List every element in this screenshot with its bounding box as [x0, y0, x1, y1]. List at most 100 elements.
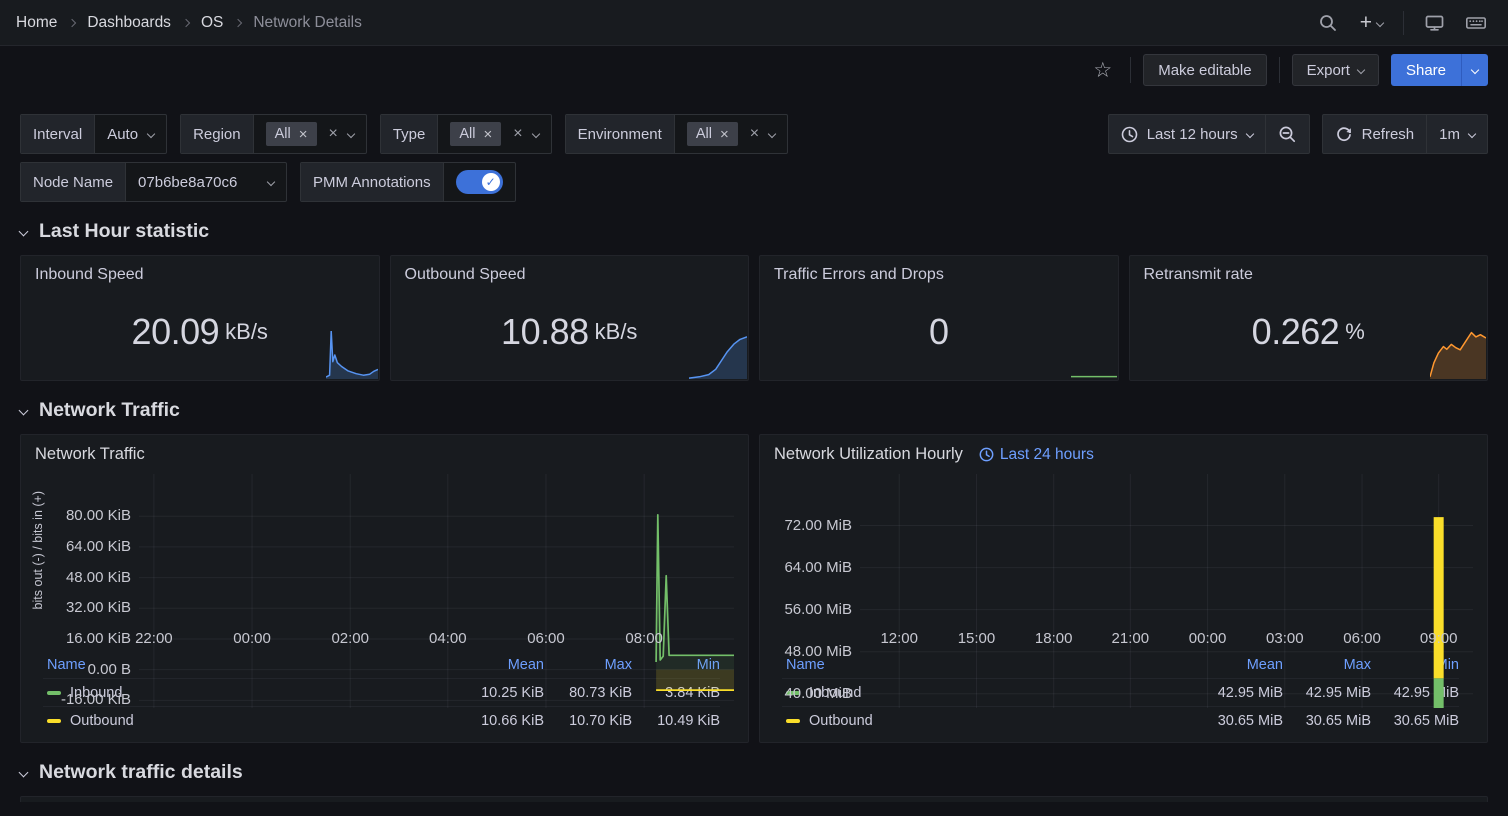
panel-title[interactable]: Retransmit rate	[1130, 256, 1488, 284]
y-axis-ticks: 72.00 MiB64.00 MiB56.00 MiB48.00 MiB40.0…	[768, 474, 860, 626]
y-tick-label: 0.00 B	[88, 661, 131, 678]
zoom-out-icon[interactable]	[1266, 115, 1309, 153]
breadcrumb-home[interactable]: Home	[16, 14, 57, 32]
x-tick-label: 06:00	[1332, 630, 1392, 647]
y-tick-label: 48.00 MiB	[784, 643, 852, 660]
refresh-interval-value: 1m	[1439, 126, 1460, 143]
type-chip: All ×	[450, 122, 501, 146]
x-axis-ticks: 22:0000:0002:0004:0006:0008:00	[139, 626, 734, 650]
legend-value: 30.65 MiB	[1371, 713, 1459, 729]
section-title: Network traffic details	[39, 761, 243, 784]
chevron-down-icon	[147, 130, 155, 138]
series-name[interactable]: Outbound	[809, 713, 873, 729]
chevron-down-icon	[1245, 130, 1253, 138]
time-range-picker: Last 12 hours	[1108, 114, 1310, 154]
x-tick-label: 06:00	[516, 630, 576, 647]
chevron-down-icon	[19, 768, 29, 778]
interval-value: Auto	[107, 126, 138, 143]
close-icon[interactable]: ×	[720, 127, 729, 142]
keyboard-icon[interactable]	[1460, 7, 1492, 39]
y-tick-label: 72.00 MiB	[784, 517, 852, 534]
time-range-button[interactable]: Last 12 hours	[1109, 115, 1265, 153]
type-label: Type	[381, 115, 439, 153]
chart-plot-area[interactable]	[860, 474, 1473, 626]
close-icon[interactable]: ×	[299, 127, 308, 142]
section-title: Last Hour statistic	[39, 220, 209, 243]
share-menu-button[interactable]	[1461, 54, 1488, 86]
clear-icon[interactable]: ×	[750, 126, 759, 142]
section-last-hour-statistic[interactable]: Last Hour statistic	[0, 220, 1508, 243]
panel-time-range[interactable]: Last 24 hours	[979, 446, 1094, 464]
chart-panels-row: Network Traffic bits out (-) / bits in (…	[0, 434, 1508, 743]
clear-icon[interactable]: ×	[329, 126, 338, 142]
sparkline	[689, 335, 747, 379]
chart-plot-area[interactable]	[139, 474, 734, 626]
environment-variable: Environment All × ×	[565, 114, 788, 154]
legend-value: 10.49 KiB	[632, 713, 720, 729]
type-variable: Type All × ×	[380, 114, 552, 154]
x-tick-label: 18:00	[1024, 630, 1084, 647]
breadcrumb-dashboards[interactable]: Dashboards	[87, 14, 171, 32]
section-network-traffic-details[interactable]: Network traffic details	[0, 761, 1508, 784]
sparkline	[326, 331, 378, 379]
chevron-down-icon	[19, 406, 29, 416]
legend-row: Outbound30.65 MiB30.65 MiB30.65 MiB	[782, 706, 1459, 734]
share-button[interactable]: Share	[1391, 54, 1461, 86]
stat-unit: kB/s	[225, 319, 268, 345]
section-network-traffic[interactable]: Network Traffic	[0, 399, 1508, 422]
series-name[interactable]: Outbound	[70, 713, 134, 729]
node-name-select[interactable]: 07b6be8a70c6	[126, 163, 286, 201]
search-icon[interactable]	[1312, 7, 1344, 39]
chevron-down-icon	[1376, 18, 1384, 26]
refresh-interval-select[interactable]: 1m	[1427, 115, 1487, 153]
chevron-down-icon	[768, 130, 776, 138]
y-tick-label: 80.00 KiB	[66, 507, 131, 524]
plus-icon: +	[1360, 12, 1372, 33]
panel-title[interactable]: Inbound Speed	[21, 256, 379, 284]
panel-title[interactable]: Outbound Speed	[391, 256, 749, 284]
clear-icon[interactable]: ×	[513, 126, 522, 142]
refresh-icon	[1335, 125, 1353, 143]
pmm-annotations-label: PMM Annotations	[301, 163, 444, 201]
region-select[interactable]: All × ×	[254, 115, 366, 153]
stat-value: 0.262	[1252, 311, 1340, 353]
star-icon[interactable]: ☆	[1087, 58, 1118, 83]
panel-title[interactable]: Network Traffic	[35, 445, 145, 464]
pmm-annotations-toggle[interactable]: ✓	[456, 170, 503, 194]
breadcrumb-os[interactable]: OS	[201, 14, 223, 32]
add-menu-button[interactable]: +	[1354, 7, 1389, 39]
y-axis-label: bits out (-) / bits in (+)	[29, 474, 47, 626]
stat-panel-traffic-errors: Traffic Errors and Drops 0	[759, 255, 1119, 381]
chevron-down-icon	[19, 227, 29, 237]
make-editable-button[interactable]: Make editable	[1143, 54, 1266, 86]
next-panel-edge	[20, 796, 1488, 802]
export-button[interactable]: Export	[1292, 54, 1379, 86]
panel-title[interactable]: Traffic Errors and Drops	[760, 256, 1118, 284]
network-traffic-panel: Network Traffic bits out (-) / bits in (…	[20, 434, 749, 743]
interval-variable: Interval Auto	[20, 114, 167, 154]
environment-select[interactable]: All × ×	[675, 115, 787, 153]
pmm-annotations-control: PMM Annotations ✓	[300, 162, 516, 202]
breadcrumb-separator-icon	[182, 18, 190, 26]
type-select[interactable]: All × ×	[438, 115, 550, 153]
environment-label: Environment	[566, 115, 675, 153]
stat-value: 20.09	[132, 311, 220, 353]
toggle-knob: ✓	[482, 173, 500, 191]
toolbar-divider	[1279, 57, 1280, 83]
y-tick-label: 56.00 MiB	[784, 601, 852, 618]
close-icon[interactable]: ×	[484, 127, 493, 142]
top-nav-bar: Home Dashboards OS Network Details +	[0, 0, 1508, 46]
dashboard-toolbar: ☆ Make editable Export Share	[0, 46, 1508, 94]
panel-title[interactable]: Network Utilization Hourly	[774, 445, 963, 464]
chevron-down-icon	[1468, 130, 1476, 138]
stat-panel-inbound-speed: Inbound Speed 20.09 kB/s	[20, 255, 380, 381]
x-axis-ticks: 12:0015:0018:0021:0000:0003:0006:0009:00	[860, 626, 1473, 650]
refresh-button[interactable]: Refresh	[1323, 115, 1427, 153]
chevron-down-icon	[267, 178, 275, 186]
interval-select[interactable]: Auto	[95, 115, 166, 153]
breadcrumb-current-page: Network Details	[253, 14, 362, 32]
legend-value: 30.65 MiB	[1195, 713, 1283, 729]
monitor-icon[interactable]	[1418, 7, 1450, 39]
chevron-down-icon	[531, 130, 539, 138]
chevron-down-icon	[1357, 66, 1365, 74]
